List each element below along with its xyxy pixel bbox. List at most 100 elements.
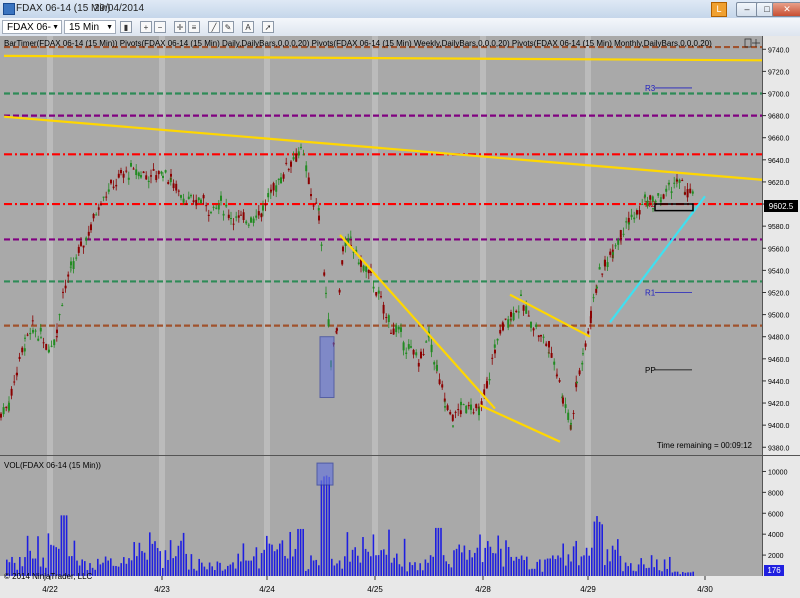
volume-bar <box>536 561 538 576</box>
price-chart[interactable]: R3R1PPR2 9740.09720.09700.09680.09660.09… <box>0 36 800 598</box>
volume-bar <box>414 562 416 576</box>
candle-body <box>553 361 556 365</box>
candle-body <box>457 409 460 411</box>
candle-body <box>517 311 520 313</box>
candle-body <box>625 221 628 223</box>
volume-bar <box>273 551 276 576</box>
volume-bar <box>112 565 115 576</box>
candle-body <box>562 397 564 404</box>
volume-bar <box>666 568 668 576</box>
volume-tick-label: 4000 <box>768 532 784 539</box>
candle-body <box>407 344 410 349</box>
candle-body <box>415 352 418 356</box>
candle-body <box>287 169 290 171</box>
volume-bar <box>364 548 367 576</box>
candle-body <box>152 169 155 171</box>
volume-bar <box>661 571 663 576</box>
volume-bar <box>167 559 169 576</box>
candle-body <box>581 362 584 365</box>
zoom-out-icon[interactable]: − <box>154 21 166 33</box>
candle-body <box>120 170 122 174</box>
candle-body <box>425 341 428 343</box>
candle-body <box>24 337 26 339</box>
candle-body <box>420 351 422 359</box>
volume-bar <box>676 571 679 576</box>
volume-bar <box>619 555 622 576</box>
volume-bar <box>541 571 544 576</box>
candle-body <box>310 194 312 197</box>
pen-icon[interactable]: ✎ <box>222 21 234 33</box>
price-tick-label: 9380.0 <box>768 445 790 452</box>
candle-body <box>80 241 82 246</box>
volume-bar <box>432 556 434 576</box>
select-icon[interactable]: ➚ <box>262 21 274 33</box>
volume-bar <box>190 554 193 576</box>
candle-body <box>105 196 108 198</box>
candle-body <box>475 404 478 409</box>
candle-body <box>504 318 507 320</box>
volume-bar <box>505 540 507 576</box>
time-axis-background <box>0 576 800 598</box>
volume-bar <box>227 565 229 576</box>
candle-body <box>39 327 42 332</box>
candle-body <box>638 210 641 215</box>
candle-body <box>684 192 686 195</box>
candle-body <box>556 374 558 376</box>
ninjatrader-logo: L <box>711 2 727 17</box>
volume-bar <box>60 515 63 576</box>
volume-bar <box>138 542 141 576</box>
volume-bar <box>570 561 572 576</box>
instrument-selector[interactable]: FDAX 06-14 ▼ <box>2 20 62 47</box>
candle-body <box>240 214 242 216</box>
candle-body <box>460 401 462 406</box>
volume-bar <box>461 552 463 576</box>
volume-bar <box>492 553 494 576</box>
candle-body <box>367 269 370 274</box>
candle-body <box>646 200 649 207</box>
candle-body <box>172 183 175 189</box>
candle-body <box>282 174 285 179</box>
volume-bar <box>250 560 252 576</box>
candle-body <box>34 330 37 332</box>
volume-bar <box>424 559 427 576</box>
text-tool-icon[interactable]: A <box>242 21 254 33</box>
bar-type-icon[interactable]: ▮ <box>120 21 132 33</box>
candle-body <box>312 205 315 207</box>
volume-bar <box>185 553 187 576</box>
zoom-in-icon[interactable]: + <box>140 21 152 33</box>
candle-body <box>660 197 662 199</box>
candle-body <box>657 193 660 196</box>
candle-body <box>535 324 538 327</box>
candle-body <box>170 173 172 177</box>
candle-body <box>570 423 572 425</box>
close-button[interactable]: ✕ <box>772 2 800 17</box>
candle-body <box>375 292 378 296</box>
interval-selector[interactable]: 15 Min ▼ <box>64 20 116 34</box>
drawing-tools-icon[interactable]: ╱ <box>208 21 220 33</box>
candle-body <box>222 213 225 216</box>
crosshair-icon[interactable]: ✛ <box>174 21 186 33</box>
candle-body <box>662 194 665 199</box>
candle-body <box>365 266 368 272</box>
candle-body <box>75 257 78 259</box>
candle-body <box>636 210 638 215</box>
last-volume-marker: 176 <box>764 565 784 576</box>
volume-bar <box>455 548 458 576</box>
properties-icon[interactable]: ≡ <box>188 21 200 33</box>
volume-bar <box>349 561 351 576</box>
candle-body <box>53 339 56 346</box>
candle-body <box>564 404 567 408</box>
price-tick-label: 9520.0 <box>768 290 790 297</box>
price-tick-label: 9440.0 <box>768 379 790 386</box>
volume-bar <box>687 572 689 576</box>
volume-bar <box>648 567 650 576</box>
volume-bar <box>221 570 224 576</box>
volume-bar <box>544 559 546 576</box>
volume-bar <box>120 563 122 576</box>
volume-bar <box>63 515 65 576</box>
volume-bar <box>604 565 606 576</box>
minimize-button[interactable]: – <box>736 2 758 17</box>
volume-bar <box>307 569 310 576</box>
volume-bar <box>435 527 437 576</box>
candle-body <box>185 203 188 205</box>
